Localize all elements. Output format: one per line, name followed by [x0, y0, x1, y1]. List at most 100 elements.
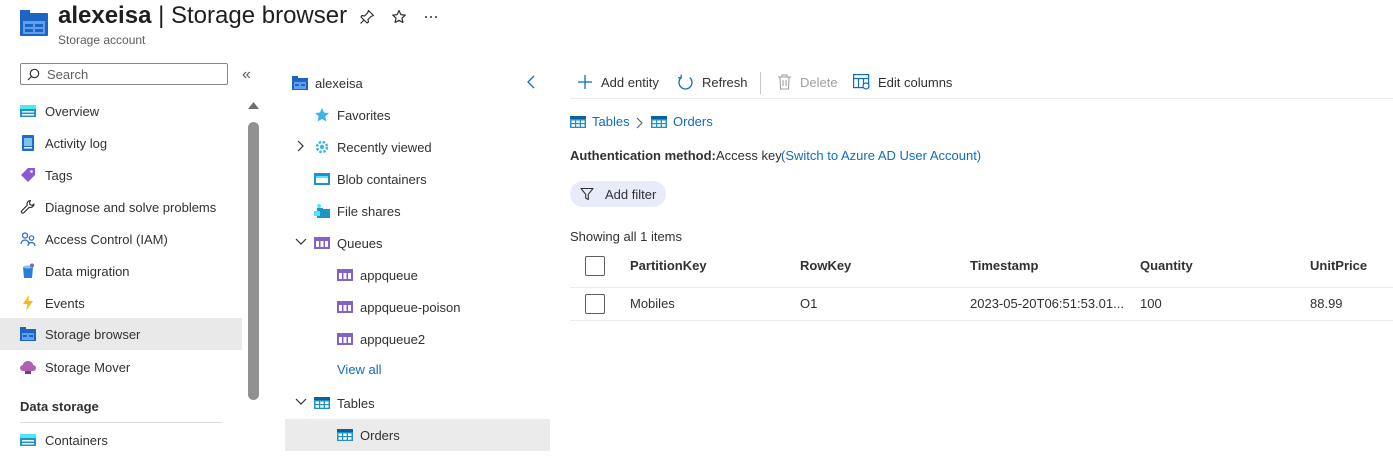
tree-item-file-shares[interactable]: File shares	[314, 195, 401, 227]
nav-item-tags[interactable]: Tags	[0, 159, 242, 191]
add-filter-button[interactable]: Add filter	[570, 181, 666, 207]
toolbar-divider	[570, 98, 1393, 99]
table-icon	[337, 427, 353, 443]
nav-item-storage-mover[interactable]: Storage Mover	[0, 351, 242, 383]
data-migration-icon	[20, 263, 36, 279]
overview-icon	[20, 103, 36, 119]
more-button[interactable]	[420, 6, 442, 28]
containers-icon	[20, 432, 36, 448]
scrollbar-thumb[interactable]	[248, 122, 259, 400]
add-entity-label: Add entity	[601, 74, 659, 90]
breadcrumb-label: Tables	[592, 114, 630, 129]
nav-item-storage-browser[interactable]: Storage browser	[0, 318, 242, 350]
more-icon	[423, 9, 439, 25]
table-cell: 2023-05-20T06:51:53.01...	[970, 296, 1124, 311]
tree-item-queue[interactable]: appqueue-poison	[337, 291, 460, 323]
storage-browser-icon	[20, 326, 36, 342]
column-header[interactable]: RowKey	[800, 258, 851, 273]
auth-method-label: Authentication method:	[570, 148, 716, 163]
delete-button[interactable]: Delete	[777, 72, 838, 92]
account-name: alexeisa	[58, 2, 152, 29]
nav-item-access-control[interactable]: Access Control (IAM)	[0, 223, 242, 255]
row-checkbox[interactable]	[585, 294, 605, 314]
lightning-icon	[20, 295, 36, 311]
breadcrumb-label: Orders	[673, 114, 713, 129]
tree-label: File shares	[337, 203, 401, 219]
plus-icon	[577, 74, 593, 90]
nav-item-data-migration[interactable]: Data migration	[0, 255, 242, 287]
add-entity-button[interactable]: Add entity	[577, 72, 659, 92]
edit-columns-button[interactable]: Edit columns	[853, 72, 952, 92]
column-header[interactable]: Quantity	[1140, 258, 1193, 273]
pin-button[interactable]	[356, 6, 378, 28]
chevron-right-icon[interactable]	[294, 139, 306, 153]
tree-label: Recently viewed	[337, 139, 432, 155]
nav-item-activity-log[interactable]: Activity log	[0, 127, 242, 159]
tree-item-table-orders[interactable]: Orders	[285, 419, 550, 451]
filter-icon	[580, 187, 594, 201]
storage-account-icon	[292, 75, 308, 91]
tree-item-blob-containers[interactable]: Blob containers	[314, 163, 427, 195]
storage-account-icon	[20, 10, 48, 36]
breadcrumb-orders[interactable]: Orders	[651, 114, 713, 129]
nav-item-diagnose[interactable]: Diagnose and solve problems	[0, 191, 242, 223]
nav-item-label: Activity log	[45, 135, 108, 151]
scroll-up-icon[interactable]	[247, 101, 260, 110]
switch-auth-link[interactable]: (Switch to Azure AD User Account)	[781, 148, 981, 163]
nav-item-overview[interactable]: Overview	[0, 95, 242, 127]
chevron-down-icon[interactable]	[294, 236, 308, 248]
tree-item-favorites[interactable]: Favorites	[314, 99, 390, 131]
section-heading-data-storage: Data storage	[20, 399, 99, 414]
edit-columns-icon	[853, 74, 870, 90]
header-divider	[570, 287, 1393, 288]
nav-item-containers[interactable]: Containers	[0, 424, 242, 456]
column-header[interactable]: PartitionKey	[630, 258, 707, 273]
tree-item-queues[interactable]: Queues	[314, 227, 383, 259]
tree-item-tables[interactable]: Tables	[314, 387, 375, 419]
tree-label: Orders	[360, 427, 400, 443]
tree-item-recently-viewed[interactable]: Recently viewed	[314, 131, 432, 163]
people-icon	[20, 231, 36, 247]
chevron-down-icon[interactable]	[294, 396, 308, 408]
queue-icon	[337, 267, 353, 283]
column-header[interactable]: Timestamp	[970, 258, 1038, 273]
refresh-icon	[677, 74, 694, 91]
nav-item-label: Overview	[45, 103, 100, 119]
nav-item-label: Access Control (IAM)	[45, 231, 168, 247]
search-input[interactable]	[45, 65, 219, 83]
nav-item-label: Tags	[45, 167, 73, 183]
refresh-label: Refresh	[702, 74, 748, 90]
nav-search[interactable]	[20, 63, 228, 85]
items-count: Showing all 1 items	[570, 229, 682, 244]
collapse-nav-button[interactable]: «	[242, 66, 251, 84]
collapse-tree-button[interactable]	[525, 74, 537, 90]
page-title: alexeisa | Storage browser	[58, 2, 347, 30]
tree-item-queue[interactable]: appqueue2	[337, 323, 425, 355]
activity-log-icon	[20, 135, 36, 151]
queue-icon	[337, 299, 353, 315]
table-cell: 88.99	[1310, 296, 1343, 311]
favorite-button[interactable]	[388, 6, 410, 28]
view-all-link[interactable]: View all	[337, 362, 382, 377]
breadcrumb-tables[interactable]: Tables	[570, 114, 630, 129]
tag-icon	[20, 167, 36, 183]
table-cell: Mobiles	[630, 296, 675, 311]
queue-icon	[337, 331, 353, 347]
pin-icon	[359, 9, 375, 25]
add-filter-label: Add filter	[605, 186, 657, 202]
tree-label: appqueue	[360, 267, 418, 283]
tree-label: Blob containers	[337, 171, 427, 187]
nav-item-events[interactable]: Events	[0, 287, 242, 319]
select-all-checkbox[interactable]	[585, 256, 605, 276]
row-divider	[570, 320, 1393, 321]
blob-container-icon	[314, 171, 330, 187]
nav-item-label: Storage Mover	[45, 359, 131, 375]
trash-icon	[777, 74, 792, 90]
refresh-button[interactable]: Refresh	[677, 72, 748, 92]
tree-root-alexeisa[interactable]: alexeisa	[292, 67, 363, 99]
wrench-icon	[20, 199, 36, 215]
tree-item-queue[interactable]: appqueue	[337, 259, 418, 291]
tree-label: alexeisa	[315, 75, 363, 91]
title-separator: |	[151, 2, 171, 29]
column-header[interactable]: UnitPrice	[1310, 258, 1367, 273]
